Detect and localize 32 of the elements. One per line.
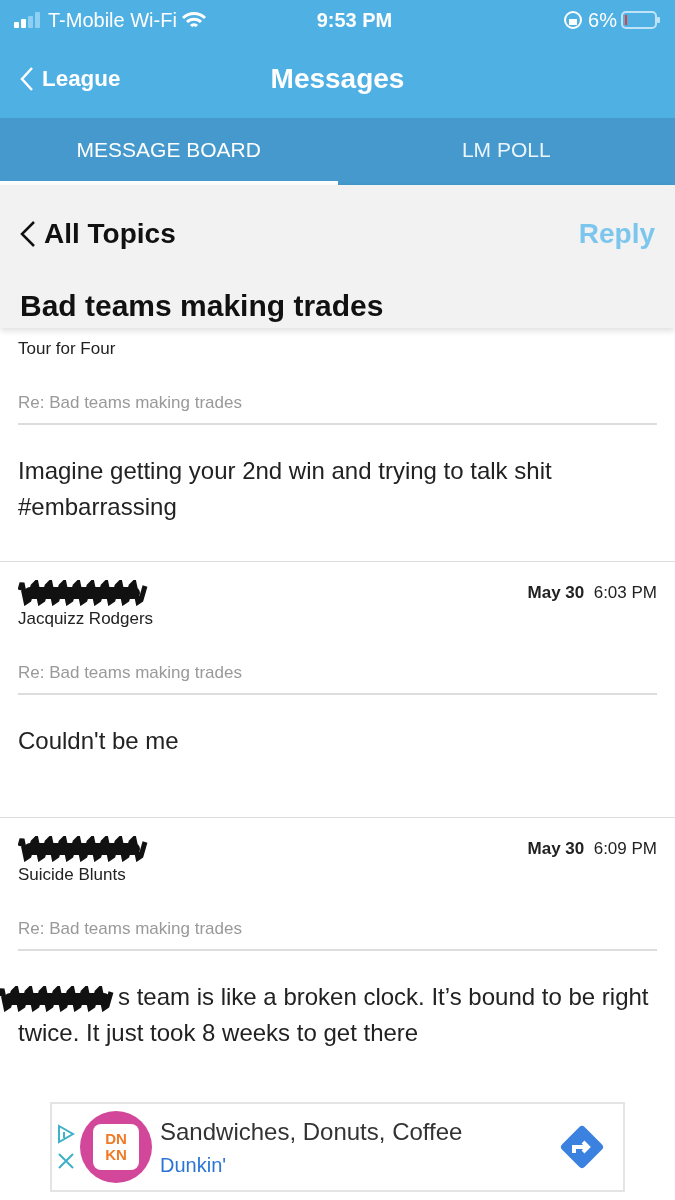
- clock-time: 9:53 PM: [315, 8, 394, 33]
- tab[interactable]: LM POLL: [337, 118, 675, 185]
- ad-headline: Sandwiches, Donuts, Coffee: [160, 1117, 464, 1147]
- post-date: May 30 6:09 PM: [527, 838, 657, 861]
- advertiser-name: Dunkin': [160, 1153, 228, 1178]
- logo-text: KN: [105, 1147, 127, 1163]
- post-subject: Re: Bad teams making trades: [18, 659, 657, 695]
- rotation-lock-icon: [562, 9, 585, 31]
- post-date: May 30 6:03 PM: [527, 582, 657, 605]
- wifi-icon: [180, 10, 207, 30]
- page-title: Messages: [270, 62, 405, 96]
- ad-banner[interactable]: DN KN Sandwiches, Donuts, Coffee Dunkin': [50, 1102, 625, 1192]
- team-name: Jacquizz Rodgers: [18, 608, 155, 630]
- carrier-name: T-Mobile Wi-Fi: [48, 8, 177, 33]
- ad-choices-icon: [57, 1124, 75, 1144]
- battery-icon: [621, 10, 661, 30]
- team-name: Tour for Four: [18, 338, 117, 360]
- reply-button[interactable]: Reply: [578, 213, 655, 255]
- post-subject: Re: Bad teams making trades: [18, 389, 657, 425]
- post-body: s team is like a broken clock. It’s bound to be right twice. It just took 8 weeks to get there: [18, 983, 649, 1046]
- chevron-left-icon: [20, 66, 34, 92]
- close-icon[interactable]: [57, 1152, 75, 1170]
- logo-text: DN: [105, 1131, 127, 1147]
- post-body: Imagine getting your 2nd win and trying to talk shit #embarrassing: [18, 456, 553, 522]
- all-topics-link[interactable]: All Topics: [20, 213, 176, 255]
- battery-percent: 6%: [588, 8, 617, 33]
- chevron-left-icon: [20, 220, 36, 248]
- topic-title: Bad teams making trades: [20, 288, 385, 324]
- post-subject: Re: Bad teams making trades: [18, 915, 657, 951]
- team-name: Suicide Blunts: [18, 864, 127, 886]
- post-body: Couldn't be me: [18, 726, 180, 756]
- back-link[interactable]: League: [20, 62, 121, 96]
